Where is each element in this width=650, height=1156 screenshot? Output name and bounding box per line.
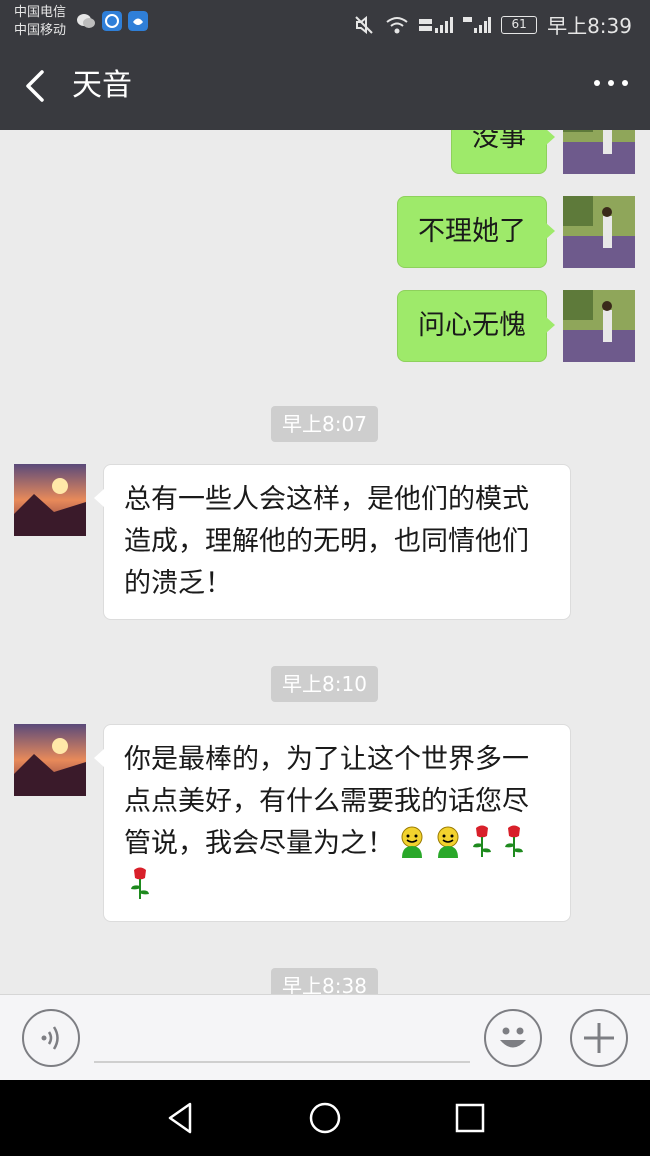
smiley-face-icon	[500, 1027, 526, 1048]
message-line-with-emoji: 管说，我会尽量为之！	[124, 823, 550, 865]
my-avatar[interactable]	[563, 290, 635, 362]
app-notification-icon	[102, 11, 122, 31]
mute-icon	[355, 15, 373, 34]
timestamp: 早上8:07	[271, 406, 378, 442]
rose-emoji-icon	[131, 867, 149, 899]
my-avatar[interactable]	[563, 196, 635, 268]
message-input[interactable]	[94, 1013, 470, 1063]
timestamp: 早上8:10	[271, 666, 378, 702]
square-recent-icon[interactable]	[452, 1100, 488, 1136]
carrier-info: 中国电信 中国移动	[14, 4, 66, 40]
incoming-message[interactable]: 总有一些人会这样，是他们的模式 造成，理解他的无明，也同情他们 的溃乏！	[94, 464, 571, 620]
smiley-emoji-icon	[401, 826, 423, 858]
triangle-back-icon[interactable]	[162, 1100, 198, 1136]
rose-emoji-icon	[473, 825, 491, 857]
dot	[594, 80, 600, 86]
notification-icons	[76, 11, 148, 31]
message-line-emoji	[124, 865, 550, 907]
smiley-emoji-icon	[437, 826, 459, 858]
signal-4g-icon	[419, 16, 454, 33]
chevron-left-icon[interactable]	[18, 68, 54, 104]
system-nav-bar	[0, 1080, 650, 1156]
voice-icon[interactable]	[22, 1009, 80, 1067]
dot	[622, 80, 628, 86]
message-line: 管说，我会尽量为之！	[124, 828, 394, 859]
wechat-notification-icon	[77, 14, 95, 28]
rose-emoji-icon	[505, 825, 523, 857]
outgoing-message[interactable]: 问心无愧	[397, 290, 555, 362]
carrier-2: 中国移动	[14, 23, 67, 38]
message-line: 的溃乏！	[124, 568, 232, 599]
message-line: 造成，理解他的无明，也同情他们	[124, 526, 529, 557]
circle-home-icon[interactable]	[307, 1100, 343, 1136]
more-dots-icon[interactable]	[594, 80, 628, 86]
incoming-message[interactable]: 你是最棒的，为了让这个世界多一 点点美好，有什么需要我的话您尽 管说，我会尽量为…	[94, 724, 571, 922]
signal-2g-icon	[463, 16, 492, 33]
clock: 早上8:39	[547, 14, 632, 38]
status-indicators: 61 早上8:39	[353, 10, 632, 39]
message-line: 总有一些人会这样，是他们的模式	[124, 484, 529, 515]
chat-header: 天音	[0, 44, 650, 130]
input-bar	[0, 994, 650, 1080]
plus-icon[interactable]	[570, 1009, 628, 1067]
emoji-icon[interactable]	[484, 1009, 542, 1067]
plus-sign-icon	[584, 1023, 614, 1053]
my-avatar[interactable]	[563, 130, 635, 174]
timestamp: 早上8:38	[271, 968, 378, 994]
wifi-icon	[386, 16, 408, 33]
dot	[608, 80, 614, 86]
app-notification-icon-2	[128, 11, 148, 31]
chat-title: 天音	[72, 68, 132, 103]
chat-area[interactable]: 没事 不理她了 问心无愧 早上8:07 总有一些人会这样，是他们的模式 造成，理…	[0, 130, 650, 994]
contact-avatar[interactable]	[14, 724, 86, 796]
status-bar: 中国电信 中国移动 61 早上8:39	[0, 0, 650, 44]
voice-waves-icon	[41, 1026, 59, 1050]
message-line: 你是最棒的，为了让这个世界多一	[124, 744, 529, 775]
outgoing-message[interactable]: 没事	[451, 130, 555, 174]
outgoing-message[interactable]: 不理她了	[397, 196, 555, 268]
message-line: 点点美好，有什么需要我的话您尽	[124, 786, 529, 817]
carrier-1: 中国电信	[14, 5, 67, 20]
battery-indicator: 61	[501, 15, 538, 34]
contact-avatar[interactable]	[14, 464, 86, 536]
